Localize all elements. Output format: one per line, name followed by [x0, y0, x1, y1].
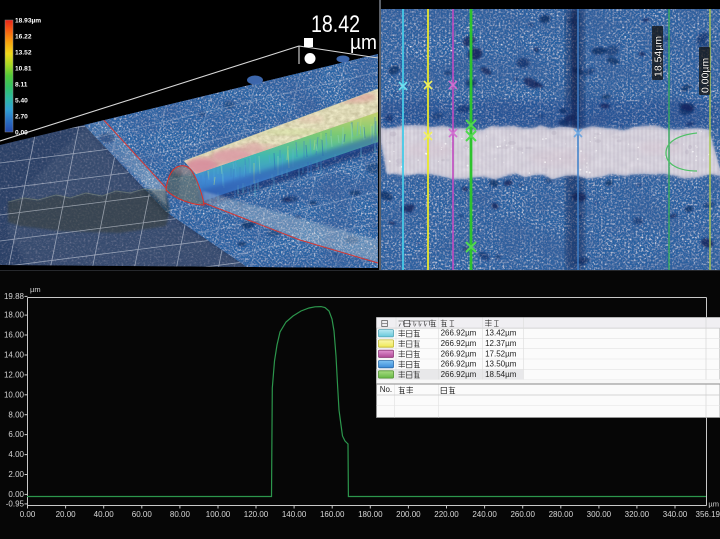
svg-text:240.00: 240.00 [472, 510, 497, 519]
svg-text:60.00: 60.00 [132, 510, 153, 519]
svg-text:200.00: 200.00 [396, 510, 421, 519]
svg-text:0.00µm: 0.00µm [700, 58, 712, 93]
svg-text:266.92µm: 266.92µm [441, 370, 477, 379]
svg-text:-0.95: -0.95 [6, 500, 25, 509]
svg-text:18.54µm: 18.54µm [485, 370, 517, 379]
svg-text:280.00: 280.00 [549, 510, 574, 519]
svg-text:356.19: 356.19 [696, 510, 720, 519]
svg-text:266.92µm: 266.92µm [441, 360, 477, 369]
svg-text:20.00: 20.00 [56, 510, 77, 519]
svg-text:5.40: 5.40 [15, 98, 28, 105]
svg-text:6.00: 6.00 [8, 430, 24, 439]
svg-text:4.00: 4.00 [8, 450, 24, 459]
svg-text:17.52µm: 17.52µm [485, 349, 517, 358]
svg-text:40.00: 40.00 [94, 510, 115, 519]
svg-text:µm: µm [30, 285, 41, 294]
svg-text:µm: µm [350, 32, 377, 54]
svg-text:266.92µm: 266.92µm [441, 329, 477, 338]
svg-text:100.00: 100.00 [206, 510, 231, 519]
svg-text:8.11: 8.11 [15, 82, 28, 89]
svg-text:0.00: 0.00 [20, 510, 36, 519]
svg-text:18.54µm: 18.54µm [653, 36, 665, 77]
svg-text:µm: µm [708, 500, 719, 509]
svg-text:13.50µm: 13.50µm [485, 360, 517, 369]
svg-text:12.00: 12.00 [4, 371, 25, 380]
svg-text:2.00: 2.00 [8, 470, 24, 479]
svg-text:80.00: 80.00 [170, 510, 191, 519]
svg-text:180.00: 180.00 [358, 510, 383, 519]
svg-text:14.00: 14.00 [4, 351, 25, 360]
svg-text:2.70: 2.70 [15, 114, 28, 121]
svg-text:8.00: 8.00 [8, 410, 24, 419]
svg-text:19.88: 19.88 [4, 292, 25, 301]
svg-text:12.37µm: 12.37µm [485, 339, 517, 348]
svg-text:140.00: 140.00 [282, 510, 307, 519]
svg-text:0.00: 0.00 [15, 130, 28, 137]
svg-text:13.52: 13.52 [15, 50, 32, 57]
svg-text:340.00: 340.00 [663, 510, 688, 519]
svg-text:320.00: 320.00 [625, 510, 650, 519]
svg-text:220.00: 220.00 [434, 510, 459, 519]
svg-text:300.00: 300.00 [587, 510, 612, 519]
svg-text:18.93µm: 18.93µm [15, 18, 41, 25]
svg-text:10.00: 10.00 [4, 390, 25, 399]
svg-text:No.: No. [380, 385, 392, 394]
svg-text:266.92µm: 266.92µm [441, 349, 477, 358]
svg-text:13.42µm: 13.42µm [485, 329, 517, 338]
svg-text:160.00: 160.00 [320, 510, 345, 519]
svg-text:266.92µm: 266.92µm [441, 339, 477, 348]
svg-text:10.81: 10.81 [15, 66, 32, 73]
svg-text:0.00: 0.00 [8, 490, 24, 499]
svg-text:16.22: 16.22 [15, 34, 32, 41]
svg-text:18.00: 18.00 [4, 311, 25, 320]
svg-text:260.00: 260.00 [510, 510, 535, 519]
svg-text:16.00: 16.00 [4, 331, 25, 340]
svg-text:120.00: 120.00 [244, 510, 269, 519]
